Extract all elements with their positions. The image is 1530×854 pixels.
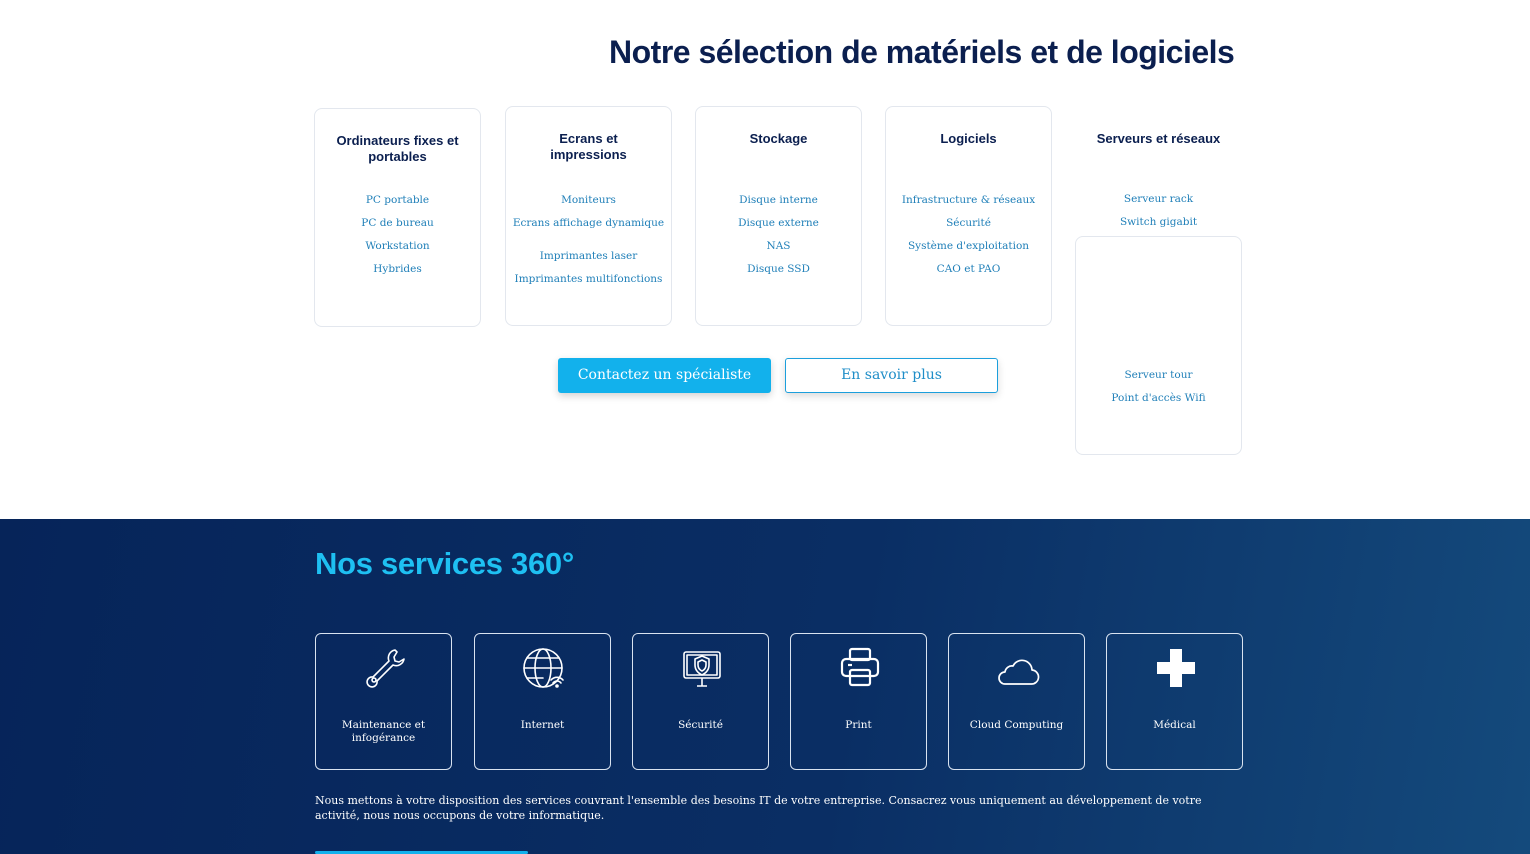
category-title: Stockage — [749, 131, 808, 146]
category-title: Logiciels — [940, 131, 997, 146]
link-serveur-rack[interactable]: Serveur rack — [1075, 193, 1242, 205]
link-point-acces-wifi[interactable]: Point d'accès Wifi — [1076, 392, 1241, 404]
service-card-print[interactable]: Print — [790, 633, 927, 770]
service-card-medical[interactable]: Médical — [1106, 633, 1243, 770]
service-label: Maintenance et infogérance — [341, 719, 426, 744]
link-securite[interactable]: Sécurité — [886, 217, 1051, 229]
link-systeme-exploitation[interactable]: Système d'exploitation — [886, 240, 1051, 252]
service-label: Sécurité — [678, 719, 723, 731]
services-section: Nos services 360° Maintenance et infogér… — [0, 519, 1530, 854]
link-imprimantes-multifonctions[interactable]: Imprimantes multifonctions — [506, 273, 671, 285]
cloud-icon — [998, 659, 1040, 685]
link-moniteurs[interactable]: Moniteurs — [506, 194, 671, 206]
category-card-ecrans: Ecrans et impressions Moniteurs Ecrans a… — [505, 106, 672, 326]
service-card-maintenance[interactable]: Maintenance et infogérance — [315, 633, 452, 770]
link-disque-ssd[interactable]: Disque SSD — [696, 263, 861, 275]
link-infrastructure[interactable]: Infrastructure & réseaux — [886, 194, 1051, 206]
link-nas[interactable]: NAS — [696, 240, 861, 252]
category-card-stockage: Stockage Disque interne Disque externe N… — [695, 106, 862, 326]
service-label: Cloud Computing — [969, 719, 1064, 731]
service-label: Médical — [1153, 719, 1196, 731]
contact-specialist-button[interactable]: Contactez un spécialiste — [558, 358, 771, 393]
printer-icon — [840, 647, 880, 687]
category-card-logiciels: Logiciels Infrastructure & réseaux Sécur… — [885, 106, 1052, 326]
section-title-services: Nos services 360° — [315, 546, 574, 581]
service-card-internet[interactable]: Internet — [474, 633, 611, 770]
category-card-serveurs: Serveur tour Point d'accès Wifi — [1075, 236, 1242, 455]
link-pc-portable[interactable]: PC portable — [315, 194, 480, 206]
link-workstation[interactable]: Workstation — [315, 240, 480, 252]
category-title-serveurs: Serveurs et réseaux — [1096, 131, 1221, 146]
security-monitor-icon — [683, 651, 721, 687]
link-switch-gigabit[interactable]: Switch gigabit — [1075, 216, 1242, 228]
category-title: Ordinateurs fixes et portables — [336, 133, 459, 164]
service-label: Print — [845, 719, 872, 731]
wrench-icon — [366, 649, 405, 688]
link-pc-bureau[interactable]: PC de bureau — [315, 217, 480, 229]
link-cao-pao[interactable]: CAO et PAO — [886, 263, 1051, 275]
link-ecrans-affichage[interactable]: Ecrans affichage dynamique — [506, 217, 671, 229]
service-label: Internet — [520, 719, 565, 731]
link-imprimantes-laser[interactable]: Imprimantes laser — [506, 250, 671, 262]
learn-more-button[interactable]: En savoir plus — [785, 358, 998, 393]
category-title: Ecrans et impressions — [550, 131, 627, 162]
link-disque-interne[interactable]: Disque interne — [696, 194, 861, 206]
link-hybrides[interactable]: Hybrides — [315, 263, 480, 275]
section-title-selection: Notre sélection de matériels et de logic… — [609, 34, 1235, 70]
globe-wifi-icon — [523, 648, 564, 688]
link-serveur-tour[interactable]: Serveur tour — [1076, 369, 1241, 381]
service-card-securite[interactable]: Sécurité — [632, 633, 769, 770]
services-description: Nous mettons à votre disposition des ser… — [315, 794, 1202, 822]
medical-cross-icon — [1157, 649, 1195, 687]
link-disque-externe[interactable]: Disque externe — [696, 217, 861, 229]
service-card-cloud[interactable]: Cloud Computing — [948, 633, 1085, 770]
category-card-ordinateurs: Ordinateurs fixes et portables PC portab… — [314, 108, 481, 327]
